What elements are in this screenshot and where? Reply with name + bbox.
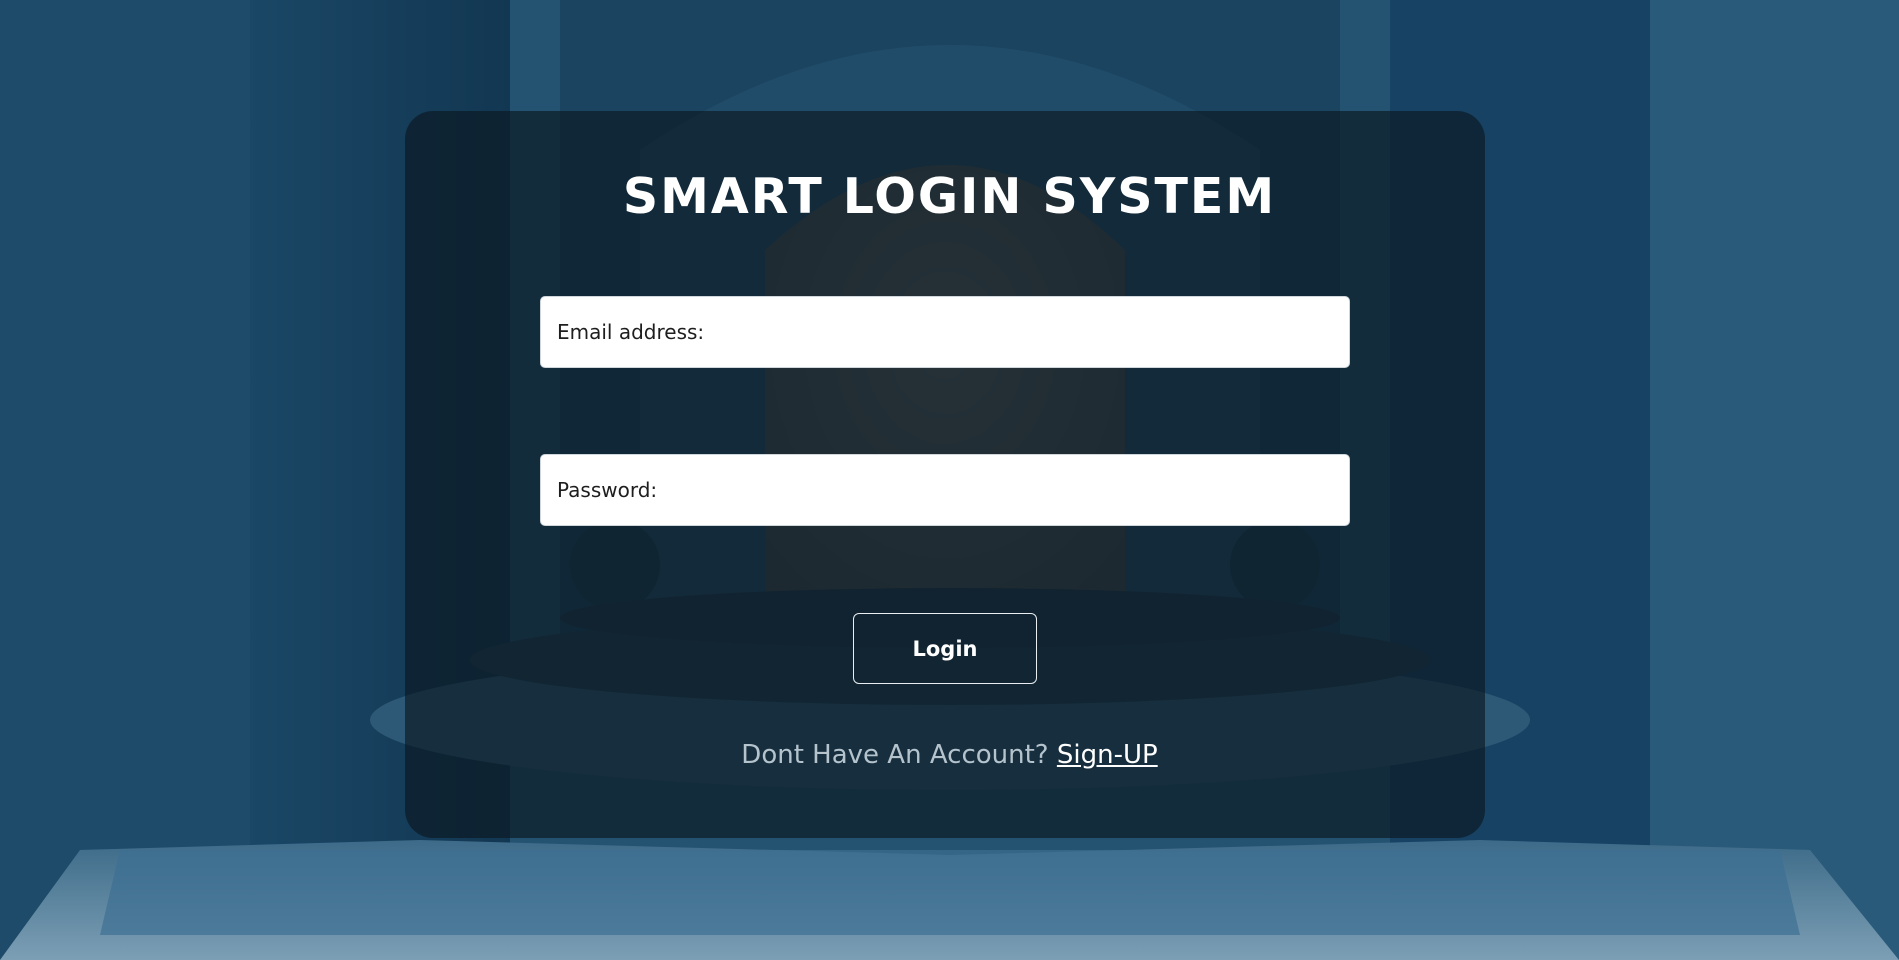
email-input[interactable] <box>540 296 1350 368</box>
signup-link[interactable]: Sign-UP <box>1057 740 1158 770</box>
signup-prompt-text: Dont Have An Account? <box>741 740 1057 770</box>
page-title: SMART LOGIN SYSTEM <box>622 168 1277 225</box>
login-page: SMART LOGIN SYSTEM Login Dont Have An Ac… <box>0 0 1899 960</box>
login-button[interactable]: Login <box>853 613 1037 684</box>
signup-prompt-line: Dont Have An Account? Sign-UP <box>0 740 1899 770</box>
password-input[interactable] <box>540 454 1350 526</box>
